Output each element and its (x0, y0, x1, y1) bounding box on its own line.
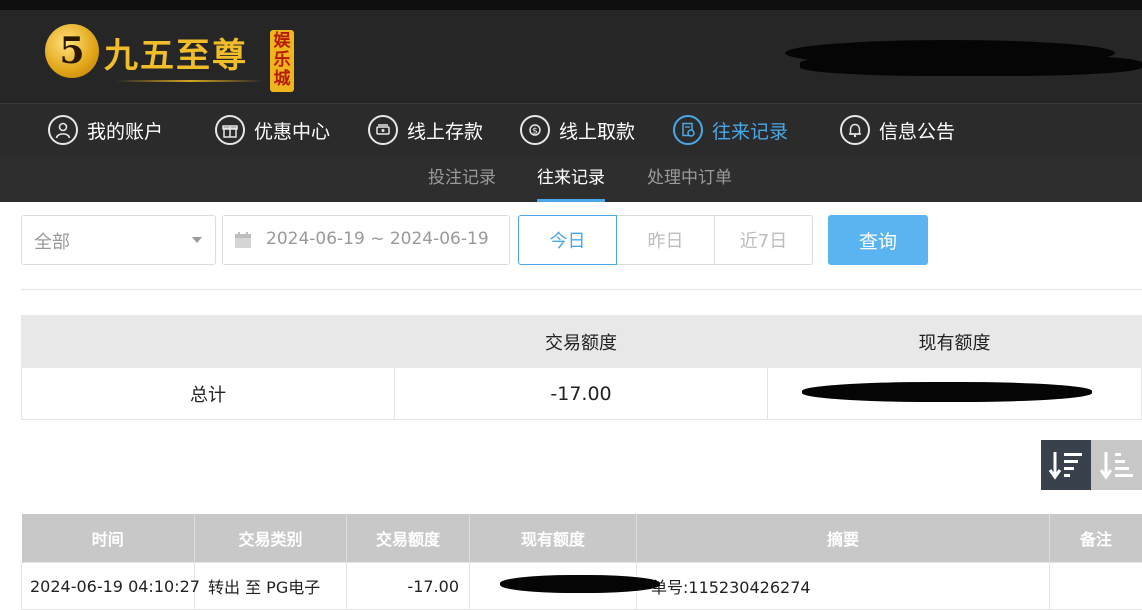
nav-online-withdrawal[interactable]: $ 线上取款 (520, 112, 635, 148)
nav-transaction-records[interactable]: 往来记录 (673, 112, 788, 148)
col-balance: 现有额度 (470, 514, 637, 563)
sort-ascending-icon (1098, 448, 1136, 482)
summary-total-label: 总计 (22, 368, 395, 420)
type-select-value: 全部 (34, 228, 70, 254)
nav-my-account[interactable]: 我的账户 (48, 112, 163, 148)
logo-text[interactable]: 九五至尊 (104, 28, 248, 77)
col-amount: 交易额度 (347, 514, 470, 563)
calendar-icon (234, 231, 252, 249)
col-time: 时间 (22, 514, 195, 563)
site-header: 5 九五至尊 娱 乐 城 (0, 10, 1142, 103)
summary-total-row: 总计 -17.00 (22, 368, 1142, 420)
quick-range-group: 今日 昨日 近7日 (518, 215, 813, 265)
logo-badge: 娱 乐 城 (270, 30, 294, 92)
range-today-button[interactable]: 今日 (518, 215, 617, 265)
gift-icon (215, 115, 245, 145)
user-icon (48, 115, 78, 145)
redacted-balance (802, 382, 1092, 402)
records-header-row: 时间 交易类别 交易额度 现有额度 摘要 备注 (22, 514, 1142, 563)
row-time: 2024-06-19 04:10:27 (22, 563, 195, 610)
summary-header-row: 交易额度 现有额度 (22, 316, 1142, 368)
col-type: 交易类别 (195, 514, 347, 563)
date-range-input[interactable]: 2024-06-19 ~ 2024-06-19 (222, 215, 510, 265)
summary-table: 交易额度 现有额度 总计 -17.00 (21, 315, 1142, 420)
divider (21, 289, 1142, 290)
date-range-value: 2024-06-19 ~ 2024-06-19 (266, 229, 489, 249)
row-type: 转出 至 PG电子 (195, 563, 347, 610)
row-balance (470, 563, 637, 610)
query-button[interactable]: 查询 (828, 215, 928, 265)
logo-icon[interactable]: 5 (45, 24, 99, 78)
top-strip (0, 0, 1142, 10)
sub-nav: 投注记录 往来记录 处理中订单 (0, 156, 1142, 202)
records-icon (673, 115, 703, 145)
range-yesterday-button[interactable]: 昨日 (616, 215, 715, 265)
withdraw-icon: $ (520, 115, 550, 145)
main-nav: 我的账户 优惠中心 线上存款 $ 线上取款 往来记录 信息公告 (0, 103, 1142, 157)
nav-announcements[interactable]: 信息公告 (840, 112, 955, 148)
redacted-row-balance (500, 575, 660, 593)
nav-online-deposit[interactable]: 线上存款 (368, 112, 483, 148)
range-last7days-button[interactable]: 近7日 (714, 215, 813, 265)
summary-total-balance (768, 368, 1142, 420)
col-note: 备注 (1050, 514, 1142, 563)
type-select[interactable]: 全部 (21, 215, 216, 265)
sort-ascending-button[interactable] (1091, 440, 1142, 490)
summary-header-blank (22, 316, 395, 368)
sort-descending-icon (1047, 448, 1085, 482)
row-summary: 单号:115230426274 (637, 563, 1050, 610)
chevron-down-icon (192, 237, 202, 243)
records-table: 时间 交易类别 交易额度 现有额度 摘要 备注 2024-06-19 04:10… (21, 514, 1142, 610)
col-summary: 摘要 (637, 514, 1050, 563)
summary-header-amount: 交易额度 (395, 316, 768, 368)
svg-text:$: $ (532, 127, 538, 137)
bell-icon (840, 115, 870, 145)
row-note (1050, 563, 1142, 610)
summary-header-balance: 现有额度 (768, 316, 1142, 368)
row-amount: -17.00 (347, 563, 470, 610)
summary-total-amount: -17.00 (395, 368, 768, 420)
tab-bet-records[interactable]: 投注记录 (428, 156, 496, 202)
logo-ornament (116, 80, 264, 82)
sort-descending-button[interactable] (1041, 440, 1091, 490)
table-row: 2024-06-19 04:10:27 转出 至 PG电子 -17.00 单号:… (22, 563, 1142, 610)
tab-pending-orders[interactable]: 处理中订单 (647, 156, 732, 202)
redacted-user-info (800, 54, 1142, 76)
tab-transaction-records[interactable]: 往来记录 (537, 156, 605, 202)
deposit-icon (368, 115, 398, 145)
nav-promotions[interactable]: 优惠中心 (215, 112, 330, 148)
